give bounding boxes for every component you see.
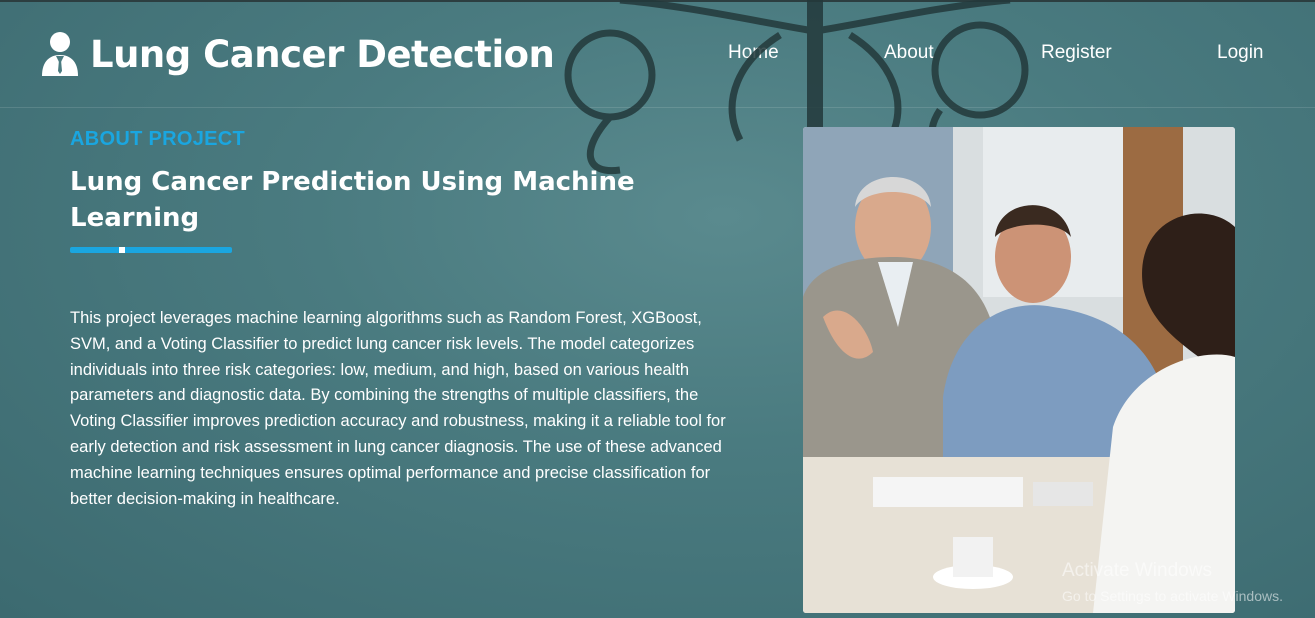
about-heading: Lung Cancer Prediction Using Machine Lea… <box>70 167 635 233</box>
brand[interactable]: Lung Cancer Detection <box>40 26 555 82</box>
watermark-title: Activate Windows <box>1062 560 1212 581</box>
brand-title: Lung Cancer Detection <box>90 32 555 76</box>
doctor-user-icon <box>42 32 78 76</box>
heading-underline <box>70 247 232 253</box>
underline-notch <box>119 247 125 253</box>
about-paragraph: This project leverages machine learning … <box>70 309 726 508</box>
nav-register-link[interactable]: Register <box>1041 42 1112 64</box>
nav-home-link[interactable]: Home <box>728 42 779 64</box>
windows-activation-watermark: Activate Windows Go to Settings to activ… <box>1062 560 1283 606</box>
nav-about-link[interactable]: About <box>884 42 934 64</box>
about-eyebrow: ABOUT PROJECT <box>70 128 246 150</box>
nav-login-link[interactable]: Login <box>1217 42 1264 64</box>
team-meeting-photo <box>803 127 1235 613</box>
navbar: Lung Cancer Detection Home About Registe… <box>0 0 1315 108</box>
watermark-subtitle: Go to Settings to activate Windows. <box>1062 588 1283 604</box>
